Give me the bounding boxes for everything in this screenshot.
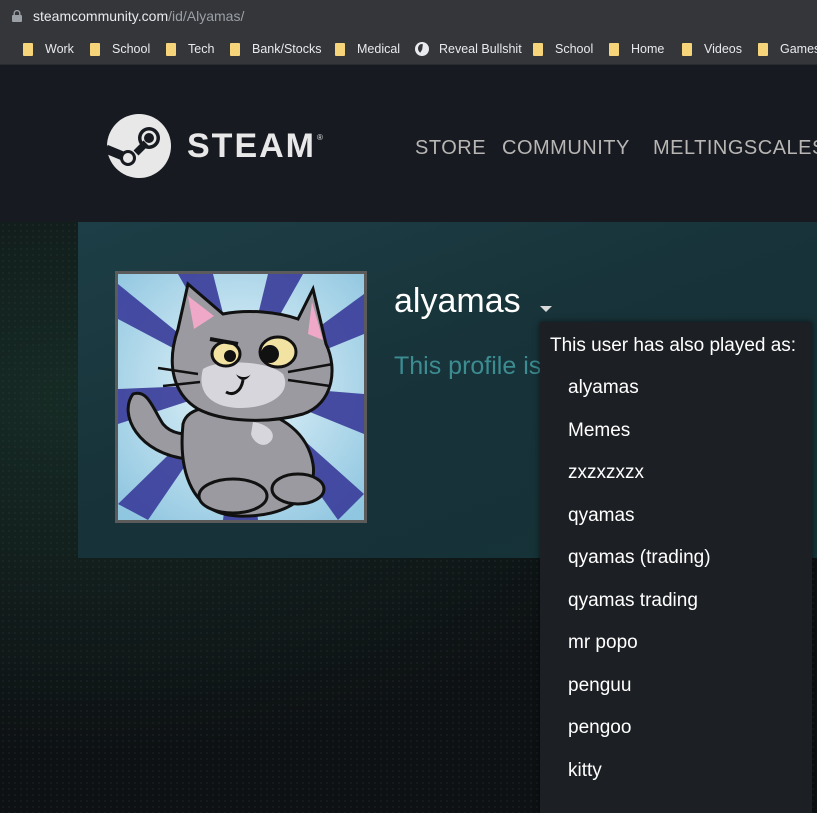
bookmark-label: Work: [45, 42, 74, 56]
alias-item[interactable]: Memes: [568, 420, 630, 442]
bookmark-medical[interactable]: Medical: [335, 41, 400, 57]
alias-dropdown-caret-icon[interactable]: [540, 306, 552, 312]
avatar[interactable]: [115, 271, 367, 523]
url-domain: steamcommunity.com: [33, 8, 169, 24]
lock-icon[interactable]: [12, 10, 22, 22]
nav-username[interactable]: MELTINGSCALES: [653, 137, 817, 160]
folder-icon: [23, 42, 35, 56]
bookmark-label: School: [555, 42, 594, 56]
address-bar[interactable]: steamcommunity.com/id/Alyamas/: [0, 0, 817, 34]
bookmark-label: Reveal Bullshit: [439, 42, 522, 56]
alias-dropdown: This user has also played as: alyamas Me…: [540, 322, 812, 813]
bookmark-label: Games: [780, 42, 817, 56]
steam-wordmark-text: STEAM: [187, 127, 316, 165]
nav-community[interactable]: COMMUNITY: [502, 137, 630, 160]
bookmark-games[interactable]: Games: [758, 41, 817, 57]
alias-item[interactable]: zxzxzxzx: [568, 462, 644, 484]
bookmark-reveal-bullshit[interactable]: Reveal Bullshit: [415, 41, 522, 57]
alias-item[interactable]: kitty: [568, 760, 602, 782]
folder-icon: [335, 42, 347, 56]
steam-logo-icon[interactable]: [106, 113, 172, 179]
url-text[interactable]: steamcommunity.com/id/Alyamas/: [33, 8, 244, 24]
folder-icon: [609, 42, 621, 56]
bookmark-label: School: [112, 42, 151, 56]
alias-item[interactable]: qyamas (trading): [568, 547, 711, 569]
globe-icon: [415, 42, 429, 56]
registered-mark: ®: [317, 133, 325, 142]
folder-icon: [230, 42, 242, 56]
bookmark-school-2[interactable]: School: [533, 41, 593, 57]
bookmark-home[interactable]: Home: [609, 41, 664, 57]
alias-item[interactable]: qyamas: [568, 505, 635, 527]
bookmark-label: Home: [631, 42, 665, 56]
bookmarks-bar: Work School Tech Bank/Stocks Medical Rev…: [0, 34, 817, 65]
folder-icon: [682, 42, 694, 56]
bookmark-bank-stocks[interactable]: Bank/Stocks: [230, 41, 321, 57]
folder-icon: [166, 42, 178, 56]
bookmark-tech[interactable]: Tech: [166, 41, 214, 57]
alias-item[interactable]: mr popo: [568, 632, 638, 654]
persona-name: alyamas: [394, 282, 521, 320]
steam-wordmark[interactable]: STEAM®: [187, 127, 325, 166]
folder-icon: [758, 42, 770, 56]
bookmark-label: Videos: [704, 42, 742, 56]
bookmark-work[interactable]: Work: [23, 41, 74, 57]
cat-avatar-image: [118, 274, 364, 520]
folder-icon: [90, 42, 102, 56]
bookmark-videos[interactable]: Videos: [682, 41, 742, 57]
bookmark-label: Tech: [188, 42, 215, 56]
folder-icon: [533, 42, 545, 56]
alias-item[interactable]: qyamas trading: [568, 590, 698, 612]
bookmark-label: Medical: [357, 42, 401, 56]
nav-store[interactable]: STORE: [415, 137, 486, 160]
bookmark-label: Bank/Stocks: [252, 42, 322, 56]
url-path: /id/Alyamas/: [168, 8, 245, 24]
alias-item[interactable]: alyamas: [568, 377, 639, 399]
alias-item[interactable]: pengoo: [568, 717, 631, 739]
alias-dropdown-title: This user has also played as:: [550, 335, 797, 356]
alias-item[interactable]: penguu: [568, 675, 631, 697]
bookmark-school[interactable]: School: [90, 41, 150, 57]
